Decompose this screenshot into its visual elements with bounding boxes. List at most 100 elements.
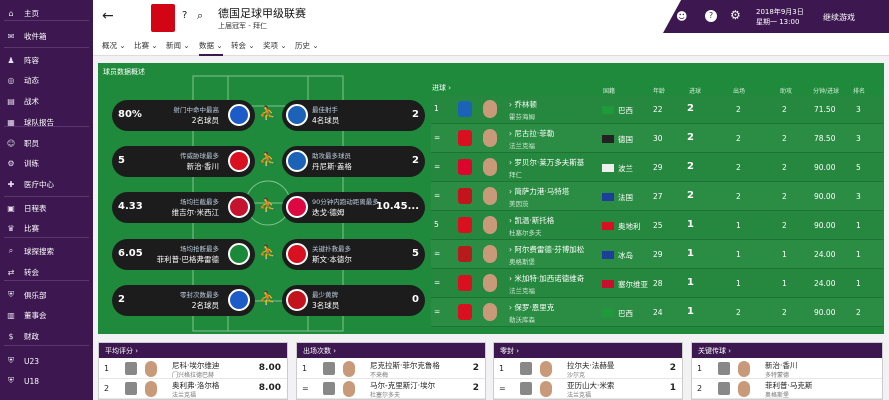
appearances: 2: [736, 134, 741, 143]
player-name[interactable]: › 米加特·加西诺德维奇: [509, 273, 584, 284]
sidebar-item[interactable]: ⚙ 训练: [0, 155, 93, 171]
minutes-per-goal: 78.50: [814, 134, 836, 143]
tab-0[interactable]: 概况 ⌄: [102, 40, 126, 51]
table-row[interactable]: 1 › 乔林顿 霍芬海姆 巴西 22 2 2 2 71.50 3: [431, 95, 883, 124]
stat-pill-right[interactable]: 最少黄牌 3名球员 0: [282, 285, 425, 316]
player-name[interactable]: › 凯温·斯托格: [509, 215, 554, 226]
settings-icon[interactable]: ⚙: [730, 8, 741, 22]
list-item[interactable]: 1 尼科·埃尔维迪 门兴格拉德巴赫 8.00: [99, 359, 287, 379]
goals: 1: [687, 277, 694, 288]
sidebar-item[interactable]: ♟ 阵容: [0, 52, 93, 68]
sidebar-item[interactable]: ⛨ 俱乐部: [0, 287, 93, 303]
sidebar-item[interactable]: $ 财政: [0, 328, 93, 344]
age: 27: [653, 192, 663, 201]
player-club: 拜仁: [509, 171, 522, 179]
player-status-icon: ›: [509, 187, 512, 196]
player-name[interactable]: › 阿尔费雷德·芬博加松: [509, 244, 584, 255]
sidebar-item[interactable]: ◎ 动态: [0, 72, 93, 88]
sidebar-item[interactable]: ⌕ 球探搜索: [0, 243, 93, 259]
chevron-down-icon: ⌄: [119, 41, 126, 50]
search-people-icon[interactable]: ☻: [676, 10, 687, 23]
stat-pill-right[interactable]: 助攻最多球员 丹尼斯·盖格 2: [282, 146, 425, 177]
player-name[interactable]: › 尼古拉·菲勒: [509, 128, 554, 139]
sidebar-item[interactable]: ▦ 球队报告: [0, 114, 93, 130]
zoom-icon[interactable]: ⌕: [197, 9, 203, 23]
tab-5[interactable]: 奖项 ⌄: [263, 40, 287, 51]
tab-label: 历史: [295, 41, 310, 50]
tab-2[interactable]: 新闻 ⌄: [166, 40, 190, 51]
list-item[interactable]: = 马尔-克里斯汀·埃尔 杜塞尔多夫 2: [297, 379, 485, 399]
list-item[interactable]: = 亚历山大·米索 法兰克福 1: [494, 379, 682, 399]
sidebar-item[interactable]: ⌂ 主页: [0, 5, 93, 21]
stat-pill-left[interactable]: 4.33 场均拦截最多 维吉尔·米西江: [112, 192, 255, 223]
table-row[interactable]: = › 阿尔费雷德·芬博加松 奥格斯堡 冰岛 29 1 1 1 24.00 1: [431, 240, 883, 269]
club-badge: [458, 246, 472, 262]
help-icon[interactable]: ?: [182, 10, 187, 21]
stat-pill-right[interactable]: 90分钟内跑动距离最多 迭戈·德姆 10.45...: [282, 192, 425, 223]
column-header-age[interactable]: 年龄: [653, 86, 665, 95]
sidebar-item-label: 转会: [24, 267, 39, 277]
sidebar-item[interactable]: ✚ 医疗中心: [0, 176, 93, 192]
column-header-nation[interactable]: 国籍: [603, 86, 615, 95]
minutes-per-goal: 71.50: [814, 105, 836, 114]
player-name[interactable]: › 简萨力港·马特塔: [509, 186, 569, 197]
column-header-rating[interactable]: 排名: [853, 86, 865, 95]
column-header-goals[interactable]: 进球: [689, 86, 701, 95]
sidebar-item[interactable]: ⛨ U23: [0, 353, 93, 369]
table-row[interactable]: = › 米加特·加西诺德维奇 法兰克福 塞尔维亚 28 1 1 1 24.00 …: [431, 269, 883, 298]
player-name[interactable]: › 乔林顿: [509, 99, 537, 110]
appearances: 2: [736, 163, 741, 172]
sidebar-item[interactable]: ⛨ U18: [0, 373, 93, 389]
sidebar-item[interactable]: ▤ 战术: [0, 93, 93, 109]
stat-player: 3名球员: [312, 301, 340, 310]
panel-header[interactable]: 平均评分 ›: [99, 343, 287, 358]
panel-header[interactable]: 出场次数 ›: [297, 343, 485, 358]
goals-link[interactable]: 进球 ›: [432, 83, 451, 93]
list-item[interactable]: 1 拉尔夫·法赫曼 沙尔克 2: [494, 359, 682, 379]
player-club: 沙尔克: [567, 372, 586, 379]
club-badge: [718, 382, 730, 395]
column-header-assists[interactable]: 助攻: [780, 86, 792, 95]
table-row[interactable]: = › 简萨力港·马特塔 美因茨 法国 27 2 2 2 90.00 3: [431, 182, 883, 211]
list-item[interactable]: 1 新治·香川 多特蒙德: [692, 359, 882, 379]
player-silhouette-icon: ⛹: [259, 245, 277, 261]
tab-1[interactable]: 比赛 ⌄: [134, 40, 158, 51]
panel-header[interactable]: 零封 ›: [494, 343, 682, 358]
stat-pill-left[interactable]: 6.05 场均抢断最多 菲利普·巴格弗雷德: [112, 239, 255, 270]
stat-pill-right[interactable]: 关键扑救最多 斯文·本德尔 5: [282, 239, 425, 270]
sidebar-item[interactable]: ♛ 比赛: [0, 220, 93, 236]
table-row[interactable]: = › 尼古拉·菲勒 法兰克福 德国 30 2 2 2 78.50 3: [431, 124, 883, 153]
tab-3[interactable]: 数据 ⌄: [199, 40, 223, 56]
back-icon[interactable]: ←: [102, 8, 114, 24]
column-header-apps[interactable]: 出场: [733, 86, 745, 95]
sidebar-item[interactable]: ▥ 董事会: [0, 307, 93, 323]
tab-4[interactable]: 转会 ⌄: [231, 40, 255, 51]
stat-pill-left[interactable]: 80% 射门中命中最高 2名球员: [112, 100, 255, 131]
stat-value: 2: [472, 363, 479, 373]
stat-pill-left[interactable]: 2 零封次数最多 2名球员: [112, 285, 255, 316]
list-item[interactable]: 2 奥利弗·洛尔格 法兰克福 8.00: [99, 379, 287, 399]
stat-pill-left[interactable]: 5 传威胁球最多 新治·香川: [112, 146, 255, 177]
header: ← ? ⌕ 德国足球甲级联赛 上届冠军 - 拜仁 ☻ ? ⚙ 2018年9月3日…: [93, 0, 889, 37]
inbox-icon: ✉: [7, 31, 15, 41]
table-row[interactable]: 5 › 凯温·斯托格 杜塞尔多夫 奥地利 25 1 1 2 90.00 1: [431, 211, 883, 240]
table-row[interactable]: = › 罗贝尔·莱万多夫斯基 拜仁 波兰 29 2 2 2 90.00 5: [431, 153, 883, 182]
player-name[interactable]: › 保罗·恩里克: [509, 302, 554, 313]
panel-header[interactable]: 关键传球 ›: [692, 343, 882, 358]
sidebar-item[interactable]: ▣ 日程表: [0, 200, 93, 216]
player-silhouette-icon: ⛹: [259, 291, 277, 307]
list-item[interactable]: 1 尼克拉斯·菲尔克鲁格 不来梅 2: [297, 359, 485, 379]
player-name[interactable]: › 罗贝尔·莱万多夫斯基: [509, 157, 584, 168]
tab-6[interactable]: 历史 ⌄: [295, 40, 319, 51]
sidebar-item[interactable]: ☺ 职员: [0, 135, 93, 151]
list-item[interactable]: 2 菲利普·马克斯 奥格斯堡: [692, 379, 882, 399]
sidebar-item[interactable]: ⇄ 转会: [0, 264, 93, 280]
help-circle-icon[interactable]: ?: [705, 10, 717, 22]
table-row[interactable]: = › 保罗·恩里克 勒沃库森 巴西 24 1 2 2 90.00 2: [431, 298, 883, 327]
stat-player: 2名球员: [191, 301, 219, 310]
club-badge: [323, 362, 335, 375]
sidebar-item[interactable]: ✉ 收件箱: [0, 28, 93, 44]
continue-button[interactable]: 继续游戏: [823, 12, 855, 23]
column-header-mins[interactable]: 分钟/进球: [813, 86, 839, 95]
stat-pill-right[interactable]: 最佳射手 4名球员 2: [282, 100, 425, 131]
